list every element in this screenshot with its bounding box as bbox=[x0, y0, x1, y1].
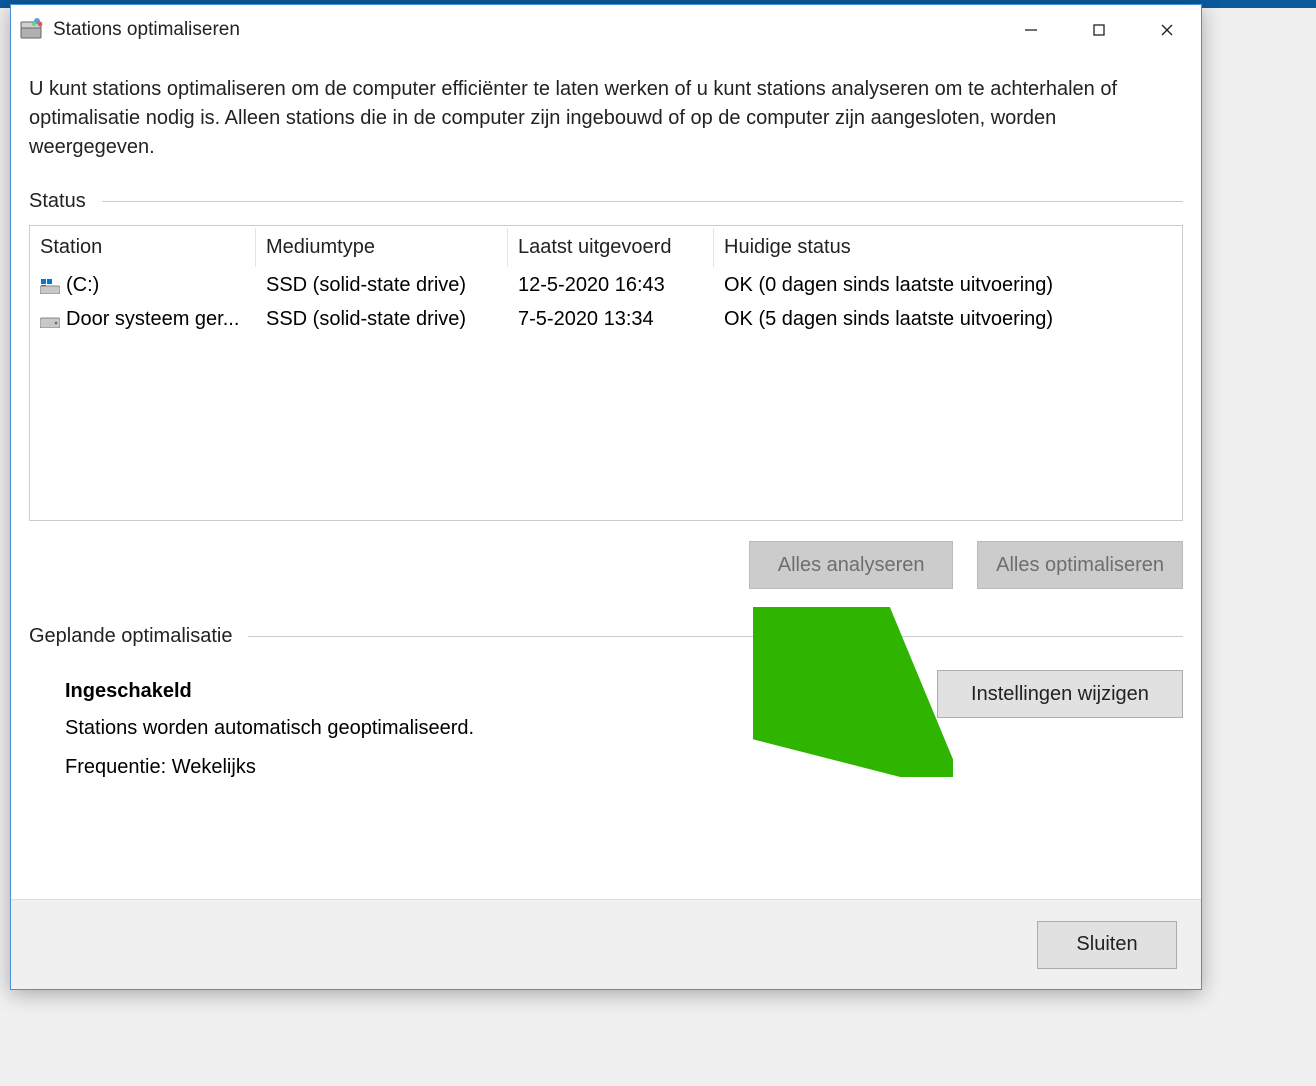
schedule-description: Stations worden automatisch geoptimalise… bbox=[65, 717, 1183, 740]
window-controls bbox=[997, 5, 1201, 55]
optimize-drives-window: Stations optimaliseren U kunt stations o… bbox=[10, 4, 1202, 990]
table-row[interactable]: Door systeem ger... SSD (solid-state dri… bbox=[30, 302, 1182, 336]
app-icon bbox=[19, 18, 43, 42]
close-button[interactable] bbox=[1133, 5, 1201, 55]
description-text: U kunt stations optimaliseren om de comp… bbox=[29, 75, 1183, 162]
minimize-button[interactable] bbox=[997, 5, 1065, 55]
table-row[interactable]: (C:) SSD (solid-state drive) 12-5-2020 1… bbox=[30, 268, 1182, 302]
maximize-button[interactable] bbox=[1065, 5, 1133, 55]
cell-status: OK (0 dagen sinds laatste uitvoering) bbox=[714, 270, 1182, 301]
status-section-header: Status bbox=[29, 190, 1183, 213]
action-buttons: Alles analyseren Alles optimaliseren bbox=[29, 541, 1183, 589]
change-settings-button[interactable]: Instellingen wijzigen bbox=[937, 670, 1183, 718]
column-mediumtype[interactable]: Mediumtype bbox=[256, 228, 508, 267]
schedule-label: Geplande optimalisatie bbox=[29, 625, 248, 648]
cell-medium: SSD (solid-state drive) bbox=[256, 270, 508, 301]
windows-drive-icon bbox=[40, 277, 60, 293]
drives-table[interactable]: Station Mediumtype Laatst uitgevoerd Hui… bbox=[29, 225, 1183, 521]
optimize-all-button[interactable]: Alles optimaliseren bbox=[977, 541, 1183, 589]
schedule-section-header: Geplande optimalisatie bbox=[29, 625, 1183, 648]
table-header: Station Mediumtype Laatst uitgevoerd Hui… bbox=[30, 226, 1182, 268]
station-name: Door systeem ger... bbox=[66, 308, 239, 331]
content-area: U kunt stations optimaliseren om de comp… bbox=[11, 55, 1201, 899]
column-station[interactable]: Station bbox=[30, 228, 256, 267]
cell-station: (C:) bbox=[30, 270, 256, 301]
window-title: Stations optimaliseren bbox=[53, 19, 997, 41]
table-body: (C:) SSD (solid-state drive) 12-5-2020 1… bbox=[30, 268, 1182, 336]
cell-last-run: 7-5-2020 13:34 bbox=[508, 304, 714, 335]
cell-last-run: 12-5-2020 16:43 bbox=[508, 270, 714, 301]
column-current-status[interactable]: Huidige status bbox=[714, 228, 1182, 267]
close-dialog-button[interactable]: Sluiten bbox=[1037, 921, 1177, 969]
drive-icon bbox=[40, 311, 60, 327]
maximize-icon bbox=[1092, 23, 1106, 37]
cell-station: Door systeem ger... bbox=[30, 304, 256, 335]
titlebar[interactable]: Stations optimaliseren bbox=[11, 5, 1201, 55]
close-icon bbox=[1160, 23, 1174, 37]
schedule-frequency: Frequentie: Wekelijks bbox=[65, 756, 1183, 779]
minimize-icon bbox=[1024, 23, 1038, 37]
divider bbox=[102, 201, 1183, 202]
divider bbox=[248, 636, 1183, 637]
dialog-footer: Sluiten bbox=[11, 899, 1201, 989]
station-name: (C:) bbox=[66, 274, 99, 297]
status-label: Status bbox=[29, 190, 102, 213]
cell-medium: SSD (solid-state drive) bbox=[256, 304, 508, 335]
column-last-run[interactable]: Laatst uitgevoerd bbox=[508, 228, 714, 267]
cell-status: OK (5 dagen sinds laatste uitvoering) bbox=[714, 304, 1182, 335]
analyze-all-button[interactable]: Alles analyseren bbox=[749, 541, 953, 589]
schedule-box: Ingeschakeld Stations worden automatisch… bbox=[29, 660, 1183, 799]
